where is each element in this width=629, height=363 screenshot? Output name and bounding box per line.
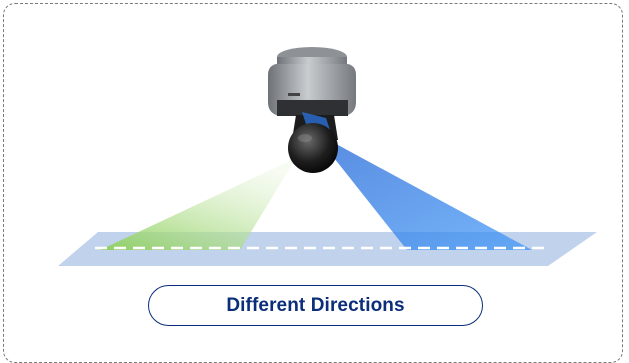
caption-label: Different Directions — [226, 294, 405, 316]
caption-pill: Different Directions — [148, 285, 483, 326]
